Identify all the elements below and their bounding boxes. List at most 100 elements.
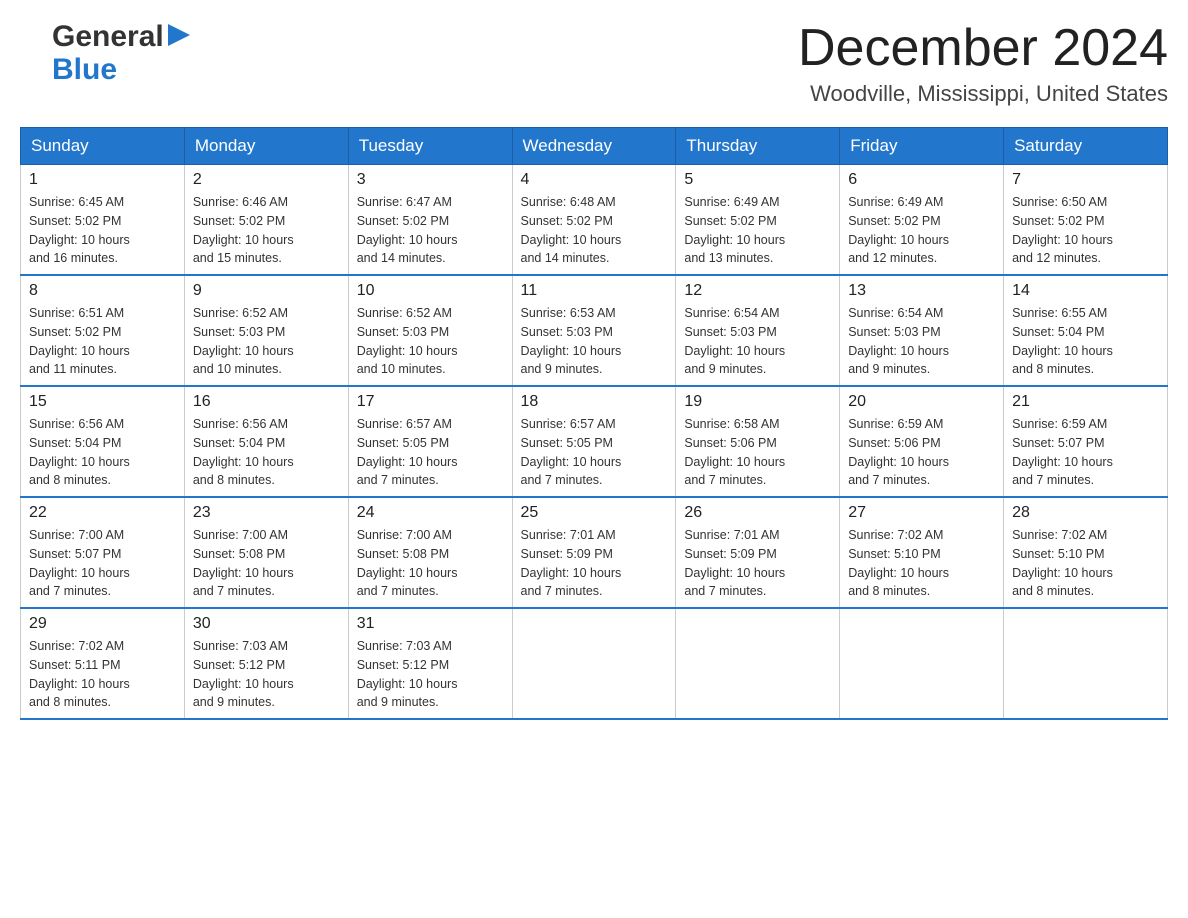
day-number: 26 — [684, 504, 831, 522]
day-number: 28 — [1012, 504, 1159, 522]
calendar-header-row: SundayMondayTuesdayWednesdayThursdayFrid… — [21, 128, 1168, 165]
col-header-monday: Monday — [184, 128, 348, 165]
day-number: 6 — [848, 171, 995, 189]
calendar-cell: 21 Sunrise: 6:59 AMSunset: 5:07 PMDayligh… — [1004, 386, 1168, 497]
day-number: 23 — [193, 504, 340, 522]
calendar-cell: 8Sunrise: 6:51 AMSunset: 5:02 PMDaylight… — [21, 275, 185, 386]
day-number: 4 — [521, 171, 668, 189]
logo-general: General — [52, 20, 164, 53]
calendar-week-row: 1 Sunrise: 6:45 AMSunset: 5:02 PMDaylight… — [21, 165, 1168, 276]
calendar-cell: 18 Sunrise: 6:57 AMSunset: 5:05 PMDayligh… — [512, 386, 676, 497]
day-info: Sunrise: 6:57 AMSunset: 5:05 PMDaylight:… — [357, 415, 504, 490]
day-number: 15 — [29, 393, 176, 411]
day-info: Sunrise: 6:50 AMSunset: 5:02 PMDaylight:… — [1012, 193, 1159, 268]
calendar-week-row: 8Sunrise: 6:51 AMSunset: 5:02 PMDaylight… — [21, 275, 1168, 386]
day-info: Sunrise: 6:49 AMSunset: 5:02 PMDaylight:… — [848, 193, 995, 268]
day-info: Sunrise: 6:58 AMSunset: 5:06 PMDaylight:… — [684, 415, 831, 490]
calendar-cell: 17Sunrise: 6:57 AMSunset: 5:05 PMDayligh… — [348, 386, 512, 497]
month-title: December 2024 — [798, 20, 1168, 77]
day-number: 24 — [357, 504, 504, 522]
day-number: 31 — [357, 615, 504, 633]
calendar-cell: 14Sunrise: 6:55 AMSunset: 5:04 PMDayligh… — [1004, 275, 1168, 386]
calendar-week-row: 22Sunrise: 7:00 AMSunset: 5:07 PMDayligh… — [21, 497, 1168, 608]
calendar-cell: 20Sunrise: 6:59 AMSunset: 5:06 PMDayligh… — [840, 386, 1004, 497]
day-number: 25 — [521, 504, 668, 522]
calendar-cell — [1004, 608, 1168, 719]
calendar-week-row: 29 Sunrise: 7:02 AMSunset: 5:11 PMDayligh… — [21, 608, 1168, 719]
day-number: 22 — [29, 504, 176, 522]
day-info: Sunrise: 6:48 AMSunset: 5:02 PMDaylight:… — [521, 193, 668, 268]
day-number: 5 — [684, 171, 831, 189]
day-number: 10 — [357, 282, 504, 300]
day-info: Sunrise: 7:03 AMSunset: 5:12 PMDaylight:… — [357, 637, 504, 712]
title-block: December 2024 Woodville, Mississippi, Un… — [798, 20, 1168, 107]
calendar-table: SundayMondayTuesdayWednesdayThursdayFrid… — [20, 127, 1168, 720]
day-info: Sunrise: 7:01 AMSunset: 5:09 PMDaylight:… — [521, 526, 668, 601]
calendar-cell — [512, 608, 676, 719]
calendar-week-row: 15 Sunrise: 6:56 AMSunset: 5:04 PMDayligh… — [21, 386, 1168, 497]
logo-icon — [22, 35, 50, 63]
calendar-cell: 12 Sunrise: 6:54 AMSunset: 5:03 PMDayligh… — [676, 275, 840, 386]
calendar-cell: 25 Sunrise: 7:01 AMSunset: 5:09 PMDayligh… — [512, 497, 676, 608]
day-number: 7 — [1012, 171, 1159, 189]
calendar-cell: 2Sunrise: 6:46 AMSunset: 5:02 PMDaylight… — [184, 165, 348, 276]
day-info: Sunrise: 6:52 AMSunset: 5:03 PMDaylight:… — [357, 304, 504, 379]
day-info: Sunrise: 6:53 AMSunset: 5:03 PMDaylight:… — [521, 304, 668, 379]
day-info: Sunrise: 6:52 AMSunset: 5:03 PMDaylight:… — [193, 304, 340, 379]
day-number: 11 — [521, 282, 668, 300]
calendar-cell: 22Sunrise: 7:00 AMSunset: 5:07 PMDayligh… — [21, 497, 185, 608]
calendar-cell: 10 Sunrise: 6:52 AMSunset: 5:03 PMDayligh… — [348, 275, 512, 386]
calendar-cell: 16Sunrise: 6:56 AMSunset: 5:04 PMDayligh… — [184, 386, 348, 497]
calendar-cell: 6 Sunrise: 6:49 AMSunset: 5:02 PMDaylight… — [840, 165, 1004, 276]
day-number: 13 — [848, 282, 995, 300]
calendar-cell: 24 Sunrise: 7:00 AMSunset: 5:08 PMDayligh… — [348, 497, 512, 608]
col-header-saturday: Saturday — [1004, 128, 1168, 165]
calendar-cell: 13 Sunrise: 6:54 AMSunset: 5:03 PMDayligh… — [840, 275, 1004, 386]
day-info: Sunrise: 6:54 AMSunset: 5:03 PMDaylight:… — [848, 304, 995, 379]
day-info: Sunrise: 6:46 AMSunset: 5:02 PMDaylight:… — [193, 193, 340, 268]
calendar-cell: 29 Sunrise: 7:02 AMSunset: 5:11 PMDayligh… — [21, 608, 185, 719]
calendar-cell: 31 Sunrise: 7:03 AMSunset: 5:12 PMDayligh… — [348, 608, 512, 719]
page-header: General Blue December 2024 Woodville, Mi… — [20, 20, 1168, 107]
day-info: Sunrise: 6:57 AMSunset: 5:05 PMDaylight:… — [521, 415, 668, 490]
calendar-cell: 7 Sunrise: 6:50 AMSunset: 5:02 PMDaylight… — [1004, 165, 1168, 276]
day-info: Sunrise: 6:55 AMSunset: 5:04 PMDaylight:… — [1012, 304, 1159, 379]
calendar-cell: 27 Sunrise: 7:02 AMSunset: 5:10 PMDayligh… — [840, 497, 1004, 608]
day-info: Sunrise: 6:54 AMSunset: 5:03 PMDaylight:… — [684, 304, 831, 379]
day-info: Sunrise: 7:00 AMSunset: 5:08 PMDaylight:… — [357, 526, 504, 601]
col-header-friday: Friday — [840, 128, 1004, 165]
logo[interactable]: General Blue — [20, 20, 192, 86]
day-info: Sunrise: 6:59 AMSunset: 5:07 PMDaylight:… — [1012, 415, 1159, 490]
calendar-cell: 1 Sunrise: 6:45 AMSunset: 5:02 PMDaylight… — [21, 165, 185, 276]
day-info: Sunrise: 7:02 AMSunset: 5:11 PMDaylight:… — [29, 637, 176, 712]
day-number: 21 — [1012, 393, 1159, 411]
logo-triangle-icon — [168, 24, 190, 46]
day-info: Sunrise: 6:45 AMSunset: 5:02 PMDaylight:… — [29, 193, 176, 268]
col-header-tuesday: Tuesday — [348, 128, 512, 165]
day-info: Sunrise: 7:02 AMSunset: 5:10 PMDaylight:… — [1012, 526, 1159, 601]
calendar-cell: 19 Sunrise: 6:58 AMSunset: 5:06 PMDayligh… — [676, 386, 840, 497]
day-number: 29 — [29, 615, 176, 633]
day-number: 19 — [684, 393, 831, 411]
day-info: Sunrise: 6:49 AMSunset: 5:02 PMDaylight:… — [684, 193, 831, 268]
day-number: 27 — [848, 504, 995, 522]
calendar-cell: 5 Sunrise: 6:49 AMSunset: 5:02 PMDaylight… — [676, 165, 840, 276]
logo-blue: Blue — [52, 53, 117, 86]
day-info: Sunrise: 6:59 AMSunset: 5:06 PMDaylight:… — [848, 415, 995, 490]
calendar-cell: 9 Sunrise: 6:52 AMSunset: 5:03 PMDaylight… — [184, 275, 348, 386]
calendar-cell: 11 Sunrise: 6:53 AMSunset: 5:03 PMDayligh… — [512, 275, 676, 386]
day-number: 1 — [29, 171, 176, 189]
day-info: Sunrise: 7:00 AMSunset: 5:08 PMDaylight:… — [193, 526, 340, 601]
calendar-cell: 15Sunrise: 6:56 AMSunset: 5:04 PMDayligh… — [21, 386, 185, 497]
calendar-cell: 26 Sunrise: 7:01 AMSunset: 5:09 PMDayligh… — [676, 497, 840, 608]
day-number: 12 — [684, 282, 831, 300]
day-info: Sunrise: 7:02 AMSunset: 5:10 PMDaylight:… — [848, 526, 995, 601]
day-info: Sunrise: 6:51 AMSunset: 5:02 PMDaylight:… — [29, 304, 176, 379]
calendar-cell — [840, 608, 1004, 719]
day-number: 18 — [521, 393, 668, 411]
calendar-cell: 3Sunrise: 6:47 AMSunset: 5:02 PMDaylight… — [348, 165, 512, 276]
day-number: 9 — [193, 282, 340, 300]
day-info: Sunrise: 6:56 AMSunset: 5:04 PMDaylight:… — [193, 415, 340, 490]
calendar-cell: 30Sunrise: 7:03 AMSunset: 5:12 PMDayligh… — [184, 608, 348, 719]
day-info: Sunrise: 7:01 AMSunset: 5:09 PMDaylight:… — [684, 526, 831, 601]
